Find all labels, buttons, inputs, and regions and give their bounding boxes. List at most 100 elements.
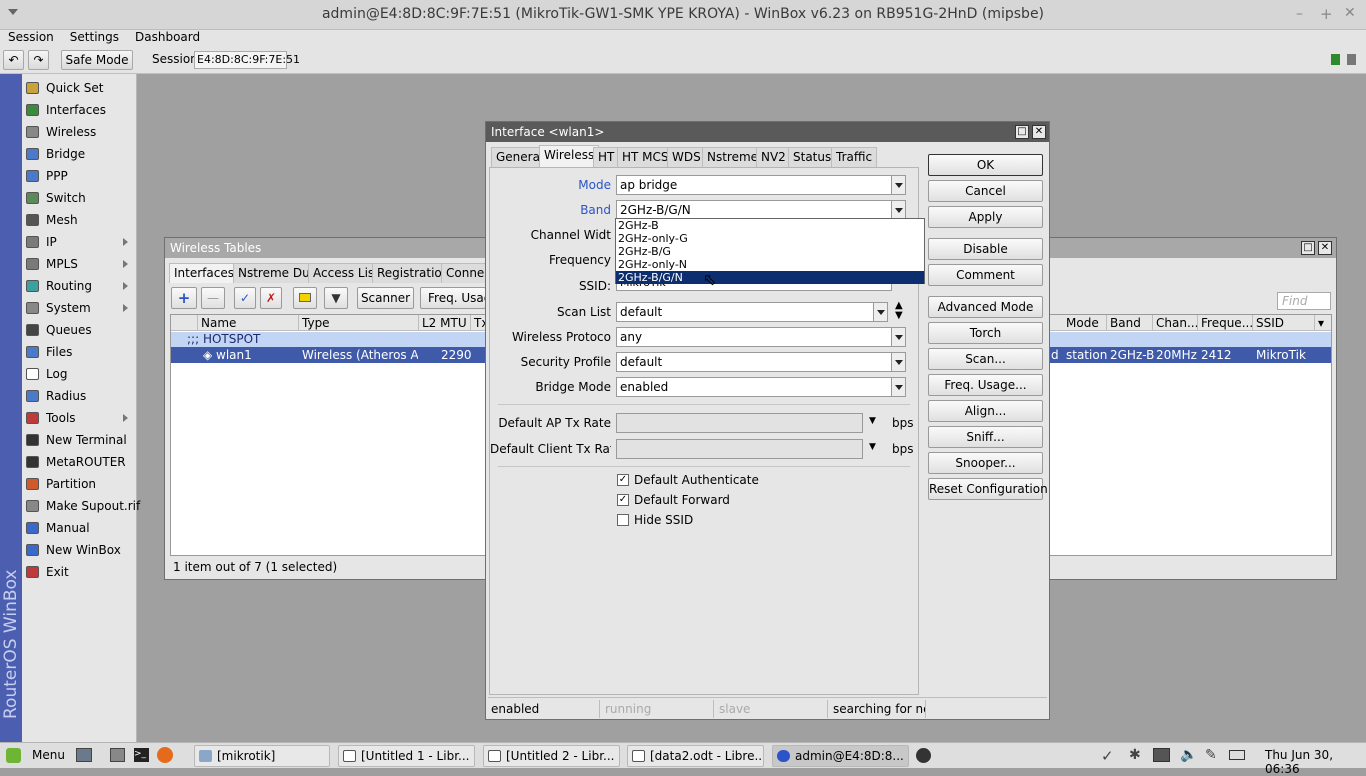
close-window-icon[interactable]: ✕ [1318,241,1332,255]
maximize-icon[interactable]: + [1320,5,1333,23]
enable-button[interactable]: ✓ [234,287,256,309]
sidebar-item-switch[interactable]: Switch [22,187,136,209]
sidebar-item-manual[interactable]: Manual [22,517,136,539]
client-tx-rate-dropdown-icon[interactable]: ▼ [869,442,876,452]
show-desktop-icon[interactable] [76,748,92,762]
bridge-mode-dropdown-icon[interactable] [892,377,906,397]
mode-select[interactable]: ap bridge [616,175,892,195]
client-tx-rate-input[interactable] [616,439,863,459]
sidebar-item-mesh[interactable]: Mesh [22,209,136,231]
advanced-mode-button[interactable]: Advanced Mode [928,296,1043,318]
bridge-mode-select[interactable]: enabled [616,377,892,397]
maximize-window-icon[interactable]: □ [1301,241,1315,255]
band-select[interactable]: 2GHz-B/G/N [616,200,892,220]
file-manager-icon[interactable] [110,748,125,762]
sidebar-item-system[interactable]: System [22,297,136,319]
comment-button[interactable]: Comment [928,264,1043,286]
default-forward-checkbox[interactable]: ✓ [617,494,629,506]
band-option-only-g[interactable]: 2GHz-only-G [616,232,924,245]
col-type[interactable]: Type [299,315,419,331]
sidebar-item-bridge[interactable]: Bridge [22,143,136,165]
disable-button[interactable]: ✗ [260,287,282,309]
band-option-only-n[interactable]: 2GHz-only-N [616,258,924,271]
align-button[interactable]: Align... [928,400,1043,422]
tab-wireless[interactable]: Wireless [539,145,600,167]
task-untitled-1[interactable]: [Untitled 1 - Libr... [338,745,475,767]
scan-list-select[interactable]: default [616,302,874,322]
tab-status[interactable]: Status [788,147,837,167]
sidebar-item-files[interactable]: Files [22,341,136,363]
menu-dashboard[interactable]: Dashboard [135,30,200,44]
tab-interfaces[interactable]: Interfaces [169,263,239,283]
sidebar-item-radius[interactable]: Radius [22,385,136,407]
bluetooth-icon[interactable]: ✱ [1129,747,1141,763]
sidebar-item-make-supout-rif[interactable]: Make Supout.rif [22,495,140,517]
tab-ht[interactable]: HT [593,147,620,167]
freq-usage-button[interactable]: Freq. Usage... [928,374,1043,396]
app-tray-icon[interactable] [916,748,931,763]
sidebar-item-queues[interactable]: Queues [22,319,136,341]
session-field[interactable]: E4:8D:8C:9F:7E:51 [194,51,300,69]
clock[interactable]: Thu Jun 30, 06:36 [1265,748,1366,776]
dialog-maximize-icon[interactable]: □ [1015,125,1029,139]
tab-ht-mcs[interactable]: HT MCS [617,147,674,167]
tab-nv2[interactable]: NV2 [756,147,791,167]
network-icon[interactable]: ✎ [1205,747,1217,763]
torch-button[interactable]: Torch [928,322,1043,344]
battery-icon[interactable] [1229,750,1245,760]
minimize-icon[interactable]: – [1296,6,1303,22]
tab-nstreme[interactable]: Nstreme [702,147,764,167]
start-menu-button[interactable]: Menu [32,748,65,762]
sidebar-item-tools[interactable]: Tools [22,407,136,429]
task-untitled-2[interactable]: [Untitled 2 - Libr... [483,745,620,767]
disable-button[interactable]: Disable [928,238,1043,260]
scan-button[interactable]: Scan... [928,348,1043,370]
reset-configuration-button[interactable]: Reset Configuration [928,478,1048,500]
redo-button[interactable]: ↷ [28,50,49,70]
undo-button[interactable]: ↶ [3,50,24,70]
mode-dropdown-icon[interactable] [892,175,906,195]
sidebar-item-ppp[interactable]: PPP [22,165,136,187]
ap-tx-rate-dropdown-icon[interactable]: ▼ [869,416,876,426]
col-channel[interactable]: Chan... [1153,315,1198,331]
update-manager-icon[interactable]: ✓ [1101,747,1114,765]
sidebar-item-new-winbox[interactable]: New WinBox [22,539,136,561]
task-mikrotik[interactable]: [mikrotik] [194,745,330,767]
sidebar-item-partition[interactable]: Partition [22,473,136,495]
freq-usage-button[interactable]: Freq. Usag [420,287,486,309]
apply-button[interactable]: Apply [928,206,1043,228]
safe-mode-button[interactable]: Safe Mode [61,50,133,70]
tab-traffic[interactable]: Traffic [831,147,878,167]
col-frequency[interactable]: Freque... [1198,315,1253,331]
security-profile-dropdown-icon[interactable] [892,352,906,372]
col-mode[interactable]: Mode [1063,315,1107,331]
sniff-button[interactable]: Sniff... [928,426,1043,448]
sidebar-item-exit[interactable]: Exit [22,561,136,583]
col-l2mtu[interactable]: L2 MTU [419,315,471,331]
sidebar-item-quick-set[interactable]: Quick Set [22,77,136,99]
firefox-icon[interactable] [157,747,173,763]
add-button[interactable]: + [171,287,197,309]
sidebar-item-routing[interactable]: Routing [22,275,136,297]
sidebar-item-wireless[interactable]: Wireless [22,121,136,143]
task-data2[interactable]: [data2.odt - Libre... [627,745,764,767]
scan-list-dropdown-icon[interactable] [874,302,888,322]
close-icon[interactable]: ✕ [1344,5,1356,21]
sidebar-item-new-terminal[interactable]: New Terminal [22,429,136,451]
task-winbox[interactable]: admin@E4:8D:8... [772,745,909,767]
col-ssid[interactable]: SSID [1253,315,1315,331]
snooper-button[interactable]: Snooper... [928,452,1043,474]
sidebar-item-mpls[interactable]: MPLS [22,253,136,275]
sidebar-item-interfaces[interactable]: Interfaces [22,99,136,121]
wireless-protocol-dropdown-icon[interactable] [892,327,906,347]
mint-logo-icon[interactable] [6,748,21,763]
sidebar-item-ip[interactable]: IP [22,231,136,253]
band-option-b[interactable]: 2GHz-B [616,219,924,232]
sidebar-item-log[interactable]: Log [22,363,136,385]
remove-button[interactable]: — [201,287,225,309]
col-band[interactable]: Band [1107,315,1153,331]
security-profile-select[interactable]: default [616,352,892,372]
find-input[interactable]: Find [1277,292,1331,310]
wireless-protocol-select[interactable]: any [616,327,892,347]
band-dropdown-icon[interactable] [892,200,906,220]
